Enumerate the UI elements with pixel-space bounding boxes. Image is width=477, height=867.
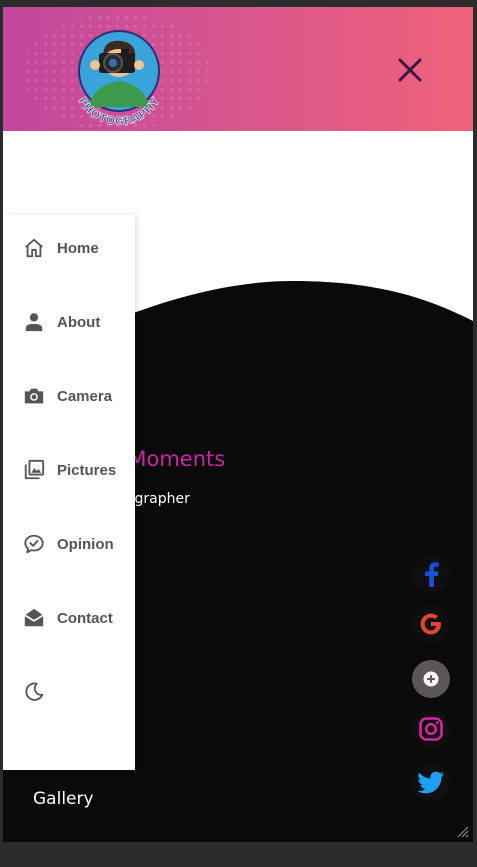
sidebar-item-label: Camera bbox=[57, 387, 113, 405]
pictures-icon bbox=[24, 459, 45, 480]
moon-icon bbox=[25, 682, 44, 701]
sidebar-item-about[interactable]: About bbox=[3, 302, 135, 342]
twitter-button[interactable] bbox=[412, 764, 450, 802]
instagram-icon bbox=[419, 717, 443, 741]
sidebar-item-label: Opinion bbox=[57, 535, 114, 553]
twitter-icon bbox=[417, 771, 444, 794]
home-icon bbox=[25, 238, 43, 258]
sidebar-item-label: Home bbox=[57, 239, 99, 257]
resize-grip-icon[interactable] bbox=[455, 824, 469, 838]
facebook-icon bbox=[425, 562, 439, 587]
instagram-button[interactable] bbox=[412, 710, 450, 748]
app-frame: PHOTOGRAPHY al Moments hotographer Galle… bbox=[3, 7, 473, 842]
google-icon bbox=[420, 613, 441, 635]
gallery-link[interactable]: Gallery bbox=[33, 789, 94, 809]
sidebar-item-contact[interactable]: Contact bbox=[3, 598, 135, 638]
google-button[interactable] bbox=[412, 605, 450, 643]
dark-mode-toggle[interactable] bbox=[3, 672, 135, 712]
more-social-button[interactable] bbox=[412, 660, 450, 698]
camera-icon bbox=[24, 388, 44, 404]
sidebar-item-pictures[interactable]: Pictures bbox=[3, 450, 135, 490]
sidebar-item-label: Pictures bbox=[57, 461, 117, 479]
sidebar-item-label: About bbox=[57, 313, 101, 331]
photography-logo[interactable]: PHOTOGRAPHY bbox=[63, 19, 175, 131]
facebook-button[interactable] bbox=[412, 555, 450, 593]
sidebar-menu: Home About Camera Pictures Opinion Conta… bbox=[3, 215, 135, 770]
header: PHOTOGRAPHY bbox=[3, 7, 473, 131]
sidebar-item-camera[interactable]: Camera bbox=[3, 376, 135, 416]
sidebar-item-opinion[interactable]: Opinion bbox=[3, 524, 135, 564]
plus-icon bbox=[423, 671, 439, 687]
chat-check-icon bbox=[24, 534, 44, 554]
sidebar-item-label: Contact bbox=[57, 609, 113, 627]
close-icon[interactable] bbox=[393, 53, 427, 87]
sidebar-item-home[interactable]: Home bbox=[3, 228, 135, 268]
mail-open-icon bbox=[24, 608, 44, 627]
person-icon bbox=[25, 313, 43, 332]
